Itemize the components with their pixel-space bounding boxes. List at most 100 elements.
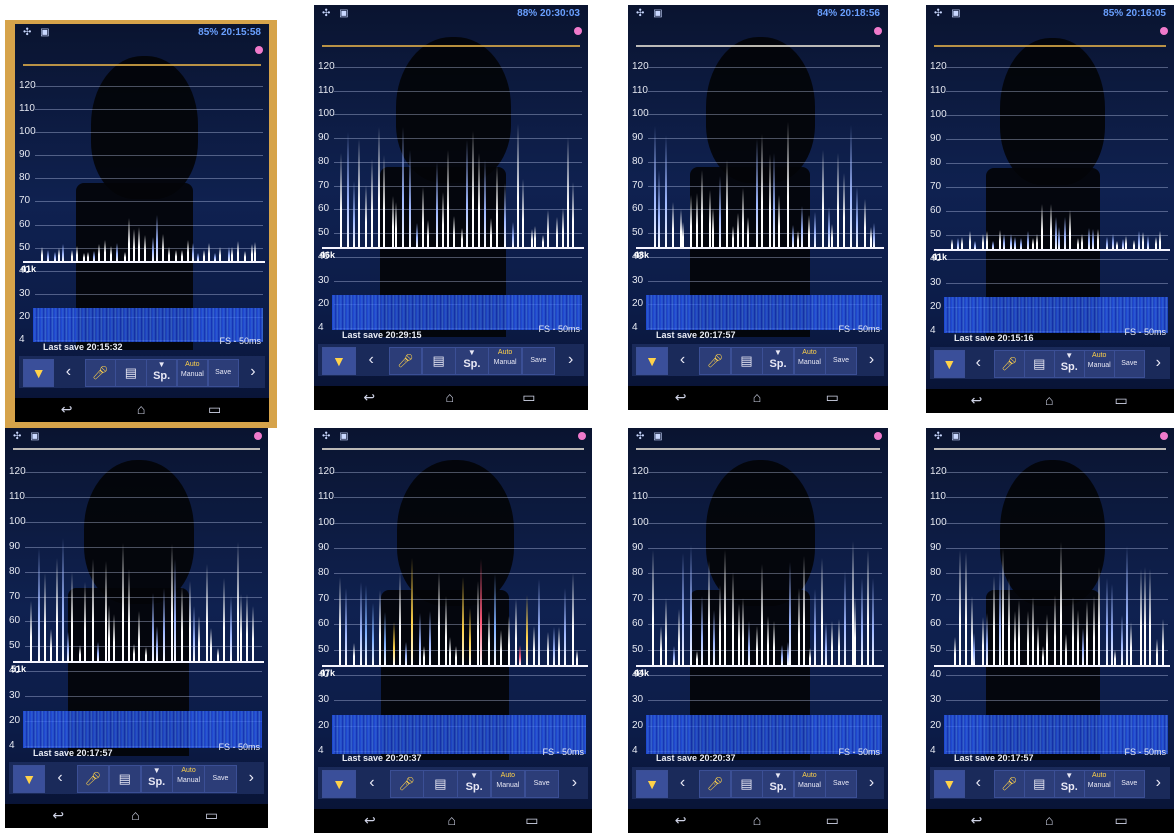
- notes-button[interactable]: ▤: [1024, 350, 1055, 378]
- call-spike: [479, 559, 482, 665]
- save-button[interactable]: Save: [204, 765, 237, 793]
- expand-menu-button[interactable]: ▼: [322, 347, 356, 375]
- expand-menu-button[interactable]: ▼: [322, 770, 357, 798]
- save-button[interactable]: Save: [1114, 770, 1145, 798]
- home-nav-button[interactable]: ⌂: [753, 812, 761, 828]
- call-spike: [777, 195, 780, 248]
- home-nav-button[interactable]: ⌂: [137, 401, 145, 417]
- notes-button[interactable]: ▤: [423, 770, 458, 798]
- back-nav-button[interactable]: ↩: [61, 401, 73, 418]
- save-button[interactable]: Save: [825, 770, 857, 798]
- call-spike: [547, 210, 550, 248]
- recent-apps-nav-button[interactable]: ▭: [1114, 812, 1127, 829]
- notification-icons: ✣ ▣: [322, 8, 352, 19]
- home-nav-button[interactable]: ⌂: [131, 807, 139, 823]
- microphone-button[interactable]: 🎤︎: [699, 770, 731, 798]
- save-button[interactable]: Save: [524, 770, 559, 798]
- home-nav-button[interactable]: ⌂: [1045, 392, 1053, 408]
- notes-button[interactable]: ▤: [421, 347, 456, 375]
- expand-menu-button[interactable]: ▼: [934, 350, 965, 378]
- back-arrow-button[interactable]: ‹: [964, 350, 993, 376]
- home-nav-button[interactable]: ⌂: [447, 812, 455, 828]
- species-button[interactable]: ▼ Sp.: [762, 770, 794, 798]
- recent-apps-nav-button[interactable]: ▭: [525, 812, 538, 829]
- save-button[interactable]: Save: [521, 347, 556, 375]
- home-nav-button[interactable]: ⌂: [1045, 812, 1053, 828]
- back-nav-button[interactable]: ↩: [52, 807, 64, 824]
- save-button[interactable]: Save: [825, 347, 857, 375]
- save-button[interactable]: Save: [1114, 350, 1145, 378]
- expand-menu-button[interactable]: ▼: [13, 765, 46, 793]
- forward-arrow-button[interactable]: ›: [555, 347, 587, 373]
- microphone-button[interactable]: 🎤︎: [76, 765, 110, 793]
- microphone-button[interactable]: 🎤︎: [389, 770, 424, 798]
- call-spike: [658, 170, 661, 248]
- expand-menu-button[interactable]: ▼: [934, 770, 965, 798]
- notes-button[interactable]: ▤: [730, 347, 763, 375]
- recent-apps-nav-button[interactable]: ▭: [208, 401, 221, 418]
- back-arrow-button[interactable]: ‹: [964, 770, 993, 796]
- microphone-button[interactable]: 🎤︎: [699, 347, 731, 375]
- recent-apps-nav-button[interactable]: ▭: [205, 807, 218, 824]
- microphone-button[interactable]: 🎤︎: [84, 359, 116, 387]
- back-nav-button[interactable]: ↩: [675, 812, 687, 829]
- auto-manual-toggle[interactable]: Auto Manual: [793, 770, 826, 798]
- auto-manual-toggle[interactable]: Auto Manual: [490, 770, 525, 798]
- forward-arrow-button[interactable]: ›: [558, 770, 590, 796]
- notes-button[interactable]: ▤: [108, 765, 141, 793]
- call-spike: [435, 161, 438, 248]
- call-spike: [1081, 234, 1084, 250]
- forward-arrow-button[interactable]: ›: [238, 359, 267, 385]
- microphone-button[interactable]: 🎤︎: [994, 350, 1025, 378]
- chevron-down-icon: ▼: [331, 353, 346, 369]
- call-spike: [671, 201, 674, 248]
- notes-button[interactable]: ▤: [1024, 770, 1055, 798]
- forward-arrow-button[interactable]: ›: [857, 347, 887, 373]
- auto-manual-toggle[interactable]: Auto Manual: [1084, 770, 1115, 798]
- home-nav-button[interactable]: ⌂: [753, 389, 761, 405]
- species-button[interactable]: ▼ Sp.: [457, 770, 492, 798]
- recent-apps-nav-button[interactable]: ▭: [826, 389, 839, 406]
- species-button[interactable]: ▼ Sp.: [455, 347, 489, 375]
- back-arrow-button[interactable]: ‹: [45, 765, 75, 791]
- expand-menu-button[interactable]: ▼: [636, 770, 668, 798]
- back-arrow-button[interactable]: ‹: [356, 770, 388, 796]
- save-button[interactable]: Save: [207, 359, 239, 387]
- expand-menu-button[interactable]: ▼: [23, 359, 55, 387]
- forward-arrow-button[interactable]: ›: [1144, 350, 1173, 376]
- forward-arrow-button[interactable]: ›: [857, 770, 887, 796]
- expand-menu-button[interactable]: ▼: [636, 347, 668, 375]
- back-arrow-button[interactable]: ‹: [355, 347, 387, 373]
- auto-manual-toggle[interactable]: Auto Manual: [172, 765, 205, 793]
- recent-apps-nav-button[interactable]: ▭: [1114, 392, 1127, 409]
- species-button[interactable]: ▼ Sp.: [140, 765, 173, 793]
- back-arrow-button[interactable]: ‹: [54, 359, 83, 385]
- back-nav-button[interactable]: ↩: [364, 812, 376, 829]
- auto-manual-toggle[interactable]: Auto Manual: [793, 347, 826, 375]
- call-spike: [1162, 619, 1165, 665]
- back-nav-button[interactable]: ↩: [675, 389, 687, 406]
- recent-apps-nav-button[interactable]: ▭: [826, 812, 839, 829]
- back-nav-button[interactable]: ↩: [971, 392, 983, 409]
- auto-label: Auto: [497, 349, 513, 356]
- back-arrow-button[interactable]: ‹: [668, 347, 698, 373]
- notes-button[interactable]: ▤: [730, 770, 763, 798]
- forward-arrow-button[interactable]: ›: [236, 765, 266, 791]
- back-nav-button[interactable]: ↩: [363, 389, 375, 406]
- species-button[interactable]: ▼ Sp.: [1054, 770, 1085, 798]
- call-spike: [392, 195, 395, 248]
- home-nav-button[interactable]: ⌂: [446, 389, 454, 405]
- recent-apps-nav-button[interactable]: ▭: [522, 389, 535, 406]
- back-arrow-button[interactable]: ‹: [668, 770, 698, 796]
- species-button[interactable]: ▼ Sp.: [1054, 350, 1085, 378]
- auto-manual-toggle[interactable]: Auto Manual: [1084, 350, 1115, 378]
- auto-manual-toggle[interactable]: Auto Manual: [176, 359, 208, 387]
- auto-manual-toggle[interactable]: Auto Manual: [488, 347, 522, 375]
- species-button[interactable]: ▼ Sp.: [146, 359, 178, 387]
- notes-button[interactable]: ▤: [115, 359, 147, 387]
- microphone-button[interactable]: 🎤︎: [388, 347, 423, 375]
- back-nav-button[interactable]: ↩: [971, 812, 983, 829]
- microphone-button[interactable]: 🎤︎: [994, 770, 1025, 798]
- species-button[interactable]: ▼ Sp.: [762, 347, 794, 375]
- forward-arrow-button[interactable]: ›: [1144, 770, 1173, 796]
